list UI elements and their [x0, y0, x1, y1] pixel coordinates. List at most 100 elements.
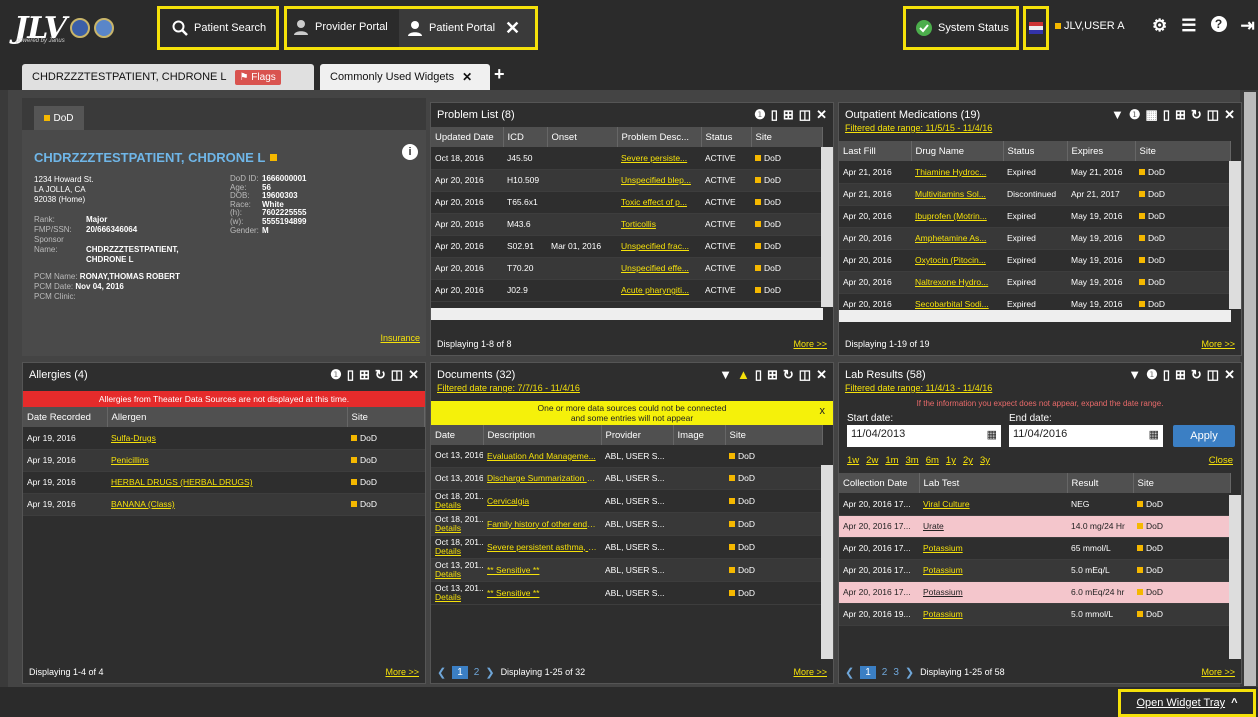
table-row[interactable]: Oct 18, 2016 J45.50 Severe persiste... ACTI… — [431, 147, 823, 170]
print-icon[interactable]: ⊞ — [783, 107, 794, 123]
table-cell[interactable]: Oxytocin (Pitocin... — [911, 249, 1003, 272]
page-1-button[interactable]: 1 — [860, 665, 876, 679]
column-header[interactable]: Drug Name — [911, 141, 1004, 161]
patient-search-button[interactable]: Patient Search — [157, 6, 279, 50]
page-2-button[interactable]: 2 — [474, 667, 480, 678]
calendar-icon[interactable]: ▦ — [1149, 428, 1159, 441]
meds-scrollbar[interactable] — [1229, 161, 1241, 309]
print-icon[interactable]: ⊞ — [359, 367, 370, 383]
table-cell[interactable]: Sulfa-Drugs — [107, 427, 347, 450]
column-header[interactable]: Date — [431, 425, 484, 445]
table-cell[interactable]: Family history of other endo... — [483, 512, 601, 536]
table-row[interactable]: Apr 20, 2016 17... Urate 14.0 mg/24 Hr DoD — [839, 515, 1231, 538]
gear-icon[interactable]: ⚙ — [1152, 16, 1167, 36]
page-2-button[interactable]: 2 — [882, 667, 888, 678]
table-row[interactable]: Apr 20, 2016 Oxytocin (Pitocin... Expired M… — [839, 249, 1231, 272]
info-icon[interactable]: ❶ — [754, 107, 766, 123]
details-link[interactable]: Details — [435, 523, 479, 533]
notes-icon[interactable]: ☰ — [1181, 16, 1196, 36]
table-row[interactable]: Apr 21, 2016 Thiamine Hydroc... Expired May… — [839, 161, 1231, 184]
documents-filter-link[interactable]: Filtered date range: 7/7/16 - 11/4/16 — [437, 383, 580, 393]
table-row[interactable]: Oct 18, 201... Details Family history of o… — [431, 512, 823, 536]
table-cell[interactable]: Urate — [919, 515, 1067, 538]
table-row[interactable]: Oct 13, 2016 Evaluation And Manageme... AB… — [431, 445, 823, 468]
system-status-button[interactable]: System Status — [903, 6, 1019, 50]
insurance-link[interactable]: Insurance — [380, 333, 420, 343]
table-cell[interactable]: Naltrexone Hydro... — [911, 271, 1003, 294]
details-link[interactable]: Details — [435, 546, 479, 556]
end-date-input[interactable]: 11/04/2016 ▦ — [1009, 425, 1163, 447]
clipboard-icon[interactable]: ▯ — [755, 367, 762, 383]
close-icon[interactable]: ✕ — [816, 367, 827, 383]
filter-icon[interactable]: ▼ — [1128, 367, 1141, 383]
filter-icon[interactable]: ▼ — [1111, 107, 1124, 123]
print-icon[interactable]: ⊞ — [1175, 107, 1186, 123]
range-link-1w[interactable]: 1w — [847, 455, 859, 466]
table-row[interactable]: Apr 19, 2016 Sulfa-Drugs DoD — [23, 427, 425, 450]
close-link[interactable]: Close — [1209, 455, 1233, 466]
columns-icon[interactable]: ◫ — [1207, 107, 1219, 123]
table-cell[interactable]: Potassium — [919, 537, 1067, 560]
column-header[interactable]: ICD — [503, 127, 548, 147]
logout-icon[interactable]: ⇥ — [1241, 16, 1255, 36]
refresh-icon[interactable]: ↻ — [1191, 107, 1202, 123]
column-header[interactable]: Lab Test — [919, 473, 1068, 493]
column-header[interactable]: Site — [1135, 141, 1231, 161]
problem-scrollbar[interactable] — [821, 147, 833, 307]
column-header[interactable]: Description — [483, 425, 602, 445]
table-cell[interactable]: Acute pharyngiti... — [617, 279, 701, 302]
columns-icon[interactable]: ◫ — [391, 367, 403, 383]
documents-scrollbar[interactable] — [821, 465, 833, 659]
column-header[interactable]: Onset — [547, 127, 618, 147]
table-cell[interactable]: Discharge Summarization N... — [483, 467, 601, 490]
table-row[interactable]: Apr 19, 2016 Penicillins DoD — [23, 449, 425, 472]
range-link-1m[interactable]: 1m — [885, 455, 898, 466]
table-row[interactable]: Apr 20, 2016 19... Potassium 5.0 mmol/L DoD — [839, 603, 1231, 626]
table-row[interactable]: Apr 20, 2016 S02.91 Mar 01, 2016 Unspecifie… — [431, 235, 823, 258]
table-row[interactable]: Apr 20, 2016 M43.6 Torticollis ACTIVE DoD — [431, 213, 823, 236]
table-cell[interactable]: Unspecified frac... — [617, 235, 701, 258]
widgets-tab[interactable]: Commonly Used Widgets ✕ — [320, 64, 490, 90]
flags-badge[interactable]: ⚑ Flags — [234, 69, 281, 85]
table-cell[interactable]: Potassium — [919, 581, 1067, 604]
table-row[interactable]: Apr 20, 2016 17... Potassium 6.0 mEq/24 hr… — [839, 581, 1231, 604]
table-cell[interactable]: Thiamine Hydroc... — [911, 161, 1003, 184]
apply-button[interactable]: Apply — [1173, 425, 1235, 447]
column-header[interactable]: Result — [1067, 473, 1134, 493]
table-cell[interactable]: Viral Culture — [919, 493, 1067, 516]
chevron-right-icon[interactable]: ❯ — [485, 666, 494, 679]
range-link-2w[interactable]: 2w — [866, 455, 878, 466]
column-header[interactable]: Problem Desc... — [617, 127, 702, 147]
problem-hscrollbar[interactable] — [431, 308, 823, 320]
info-icon[interactable]: ❶ — [330, 367, 342, 383]
close-icon[interactable]: ✕ — [1224, 367, 1235, 383]
table-cell[interactable]: Penicillins — [107, 449, 347, 472]
columns-icon[interactable]: ◫ — [799, 367, 811, 383]
table-cell[interactable]: Severe persiste... — [617, 147, 701, 170]
table-row[interactable]: Oct 18, 201... Details Cervicalgia ABL, USE… — [431, 489, 823, 513]
table-row[interactable]: Apr 20, 2016 T70.20 Unspecified effe... ACT… — [431, 257, 823, 280]
table-cell[interactable]: Torticollis — [617, 213, 701, 236]
table-cell[interactable]: ** Sensitive ** — [483, 581, 601, 605]
column-header[interactable]: Site — [347, 407, 425, 427]
table-cell[interactable]: HERBAL DRUGS (HERBAL DRUGS) — [107, 471, 347, 494]
table-row[interactable]: Oct 13, 2016 Discharge Summarization N...… — [431, 467, 823, 490]
chevron-left-icon[interactable]: ❮ — [845, 666, 854, 679]
dod-tab[interactable]: DoD — [34, 106, 84, 130]
patient-portal-tab[interactable]: Patient Portal ✕ — [399, 9, 535, 47]
details-link[interactable]: Details — [435, 592, 479, 602]
labs-scrollbar[interactable] — [1229, 495, 1241, 659]
meds-filter-link[interactable]: Filtered date range: 11/5/15 - 11/4/16 — [845, 123, 992, 133]
chevron-right-icon[interactable]: ❯ — [905, 666, 914, 679]
clipboard-icon[interactable]: ▯ — [1163, 367, 1170, 383]
range-link-2y[interactable]: 2y — [963, 455, 973, 466]
column-header[interactable]: Status — [1003, 141, 1068, 161]
column-header[interactable]: Site — [1133, 473, 1231, 493]
user-flag-button[interactable] — [1023, 6, 1049, 50]
table-cell[interactable]: Severe persistent asthma, u... — [483, 535, 601, 559]
info-icon[interactable]: ❶ — [1129, 107, 1141, 123]
columns-icon[interactable]: ◫ — [1207, 367, 1219, 383]
table-cell[interactable]: Unspecified effe... — [617, 257, 701, 280]
table-row[interactable]: Apr 21, 2016 Multivitamins Sol... Disconti… — [839, 183, 1231, 206]
range-link-6m[interactable]: 6m — [926, 455, 939, 466]
